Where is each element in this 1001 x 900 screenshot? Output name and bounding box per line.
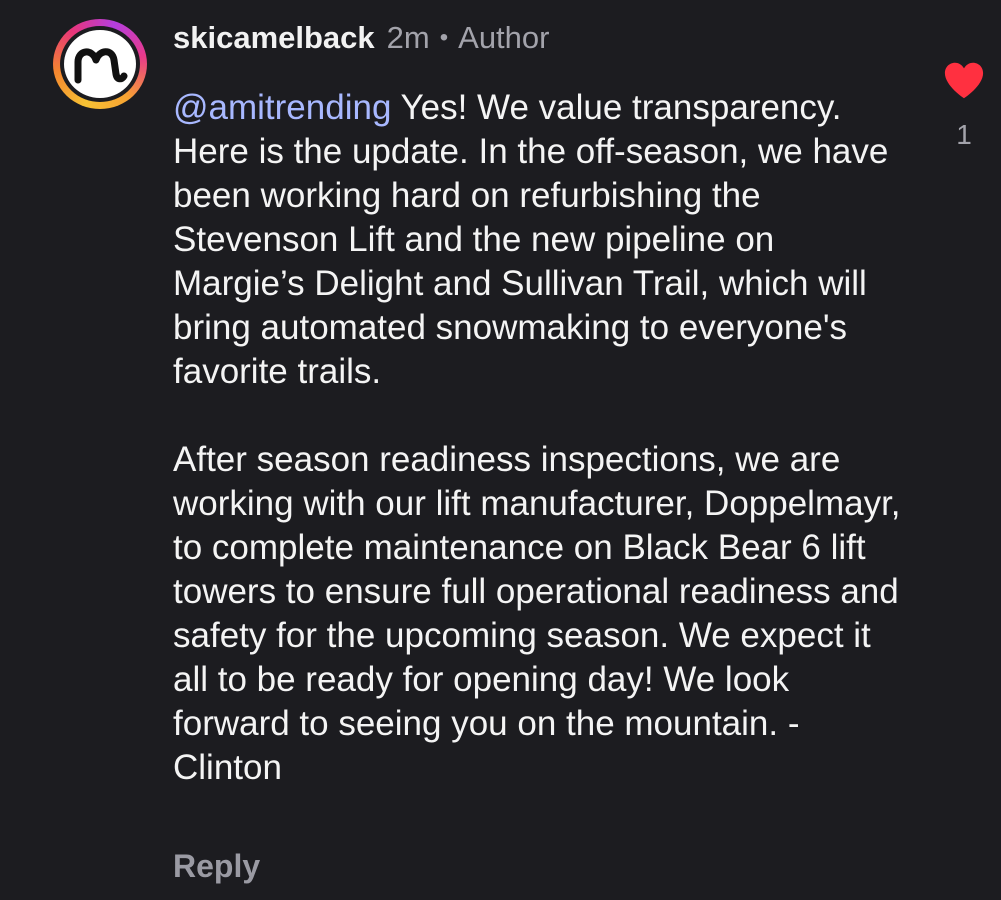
avatar[interactable] bbox=[53, 19, 147, 109]
author-badge: Author bbox=[458, 20, 550, 55]
timestamp: 2m bbox=[386, 20, 430, 55]
like-count: 1 bbox=[956, 119, 972, 150]
paragraph-1-text: Yes! We value transparency. Here is the … bbox=[173, 88, 889, 391]
camelback-logo-icon bbox=[74, 48, 128, 84]
avatar-ring-gap bbox=[60, 26, 140, 102]
comment-paragraph-1: @amitrending Yes! We value transparency.… bbox=[173, 86, 903, 394]
heart-icon[interactable] bbox=[941, 60, 987, 100]
like-control: 1 bbox=[941, 60, 987, 151]
comment-paragraph-2: After season readiness inspections, we a… bbox=[173, 440, 901, 787]
reply-button[interactable]: Reply bbox=[173, 848, 260, 885]
comment-header: skicamelback 2m • Author bbox=[173, 18, 549, 58]
avatar-core bbox=[64, 30, 136, 98]
comment: skicamelback 2m • Author @amitrending Ye… bbox=[0, 0, 1001, 900]
username[interactable]: skicamelback bbox=[173, 20, 375, 56]
comment-body: @amitrending Yes! We value transparency.… bbox=[173, 86, 903, 790]
mention-link[interactable]: @amitrending bbox=[173, 88, 391, 127]
separator-dot: • bbox=[439, 24, 449, 51]
